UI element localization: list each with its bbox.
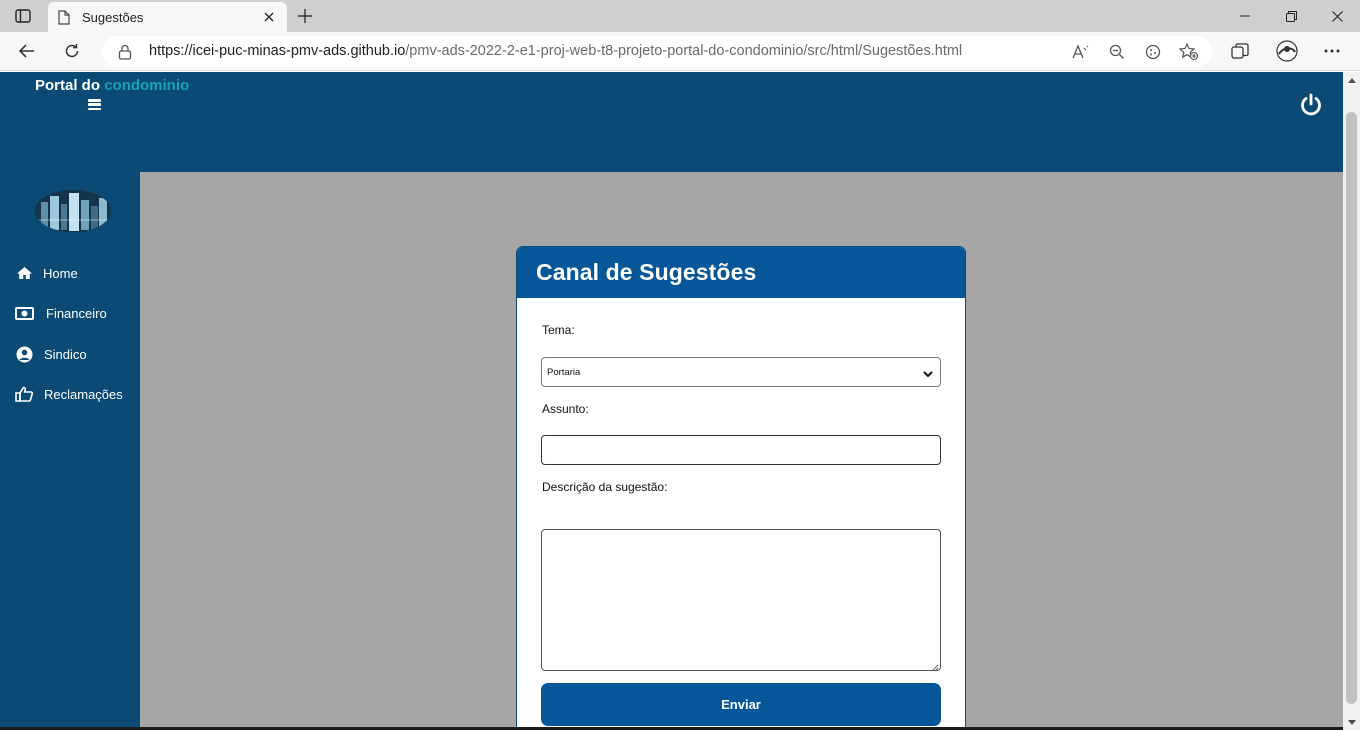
collections-icon[interactable] xyxy=(1225,37,1255,65)
sidebar-item-sindico[interactable]: Sindico xyxy=(0,339,140,369)
tema-label: Tema: xyxy=(542,323,575,337)
profile-icon[interactable] xyxy=(1272,37,1302,65)
assunto-label: Assunto: xyxy=(542,402,589,416)
sidebar: Home Financeiro Sindico Reclamações xyxy=(0,172,140,730)
scroll-up-icon[interactable] xyxy=(1343,72,1360,88)
user-circle-icon xyxy=(14,345,34,363)
money-icon xyxy=(14,304,34,322)
vertical-scrollbar[interactable] xyxy=(1343,72,1360,730)
lock-icon[interactable] xyxy=(118,44,132,60)
zoom-out-icon[interactable] xyxy=(1106,41,1128,63)
sidebar-item-label: Financeiro xyxy=(46,305,107,321)
descricao-label: Descrição da sugestão: xyxy=(542,480,668,494)
page-title: Canal de Sugestões xyxy=(536,259,757,285)
tema-select[interactable]: Portaria xyxy=(541,357,941,387)
address-bar[interactable]: https://icei-puc-minas-pmv-ads.github.io… xyxy=(102,36,1212,67)
tab-actions-icon[interactable] xyxy=(10,6,36,26)
page-viewport: Portal do condominio Home Financeiro Sin… xyxy=(0,72,1343,730)
suggestion-form-card: Canal de Sugestões Tema: Portaria Assunt… xyxy=(516,246,966,730)
back-icon[interactable] xyxy=(12,37,42,65)
brand-accent: condominio xyxy=(104,77,190,94)
browser-toolbar: https://icei-puc-minas-pmv-ads.github.io… xyxy=(0,32,1360,71)
sidebar-item-label: Sindico xyxy=(44,346,87,362)
close-icon[interactable] xyxy=(261,9,277,25)
scroll-down-icon[interactable] xyxy=(1343,714,1360,730)
brand-prefix: Portal do xyxy=(35,77,101,94)
sidebar-item-financeiro[interactable]: Financeiro xyxy=(0,298,140,328)
chevron-down-icon xyxy=(922,367,934,379)
url-text: https://icei-puc-minas-pmv-ads.github.io… xyxy=(149,43,962,59)
more-icon[interactable] xyxy=(1317,37,1347,65)
sidebar-item-label: Reclamações xyxy=(44,386,123,402)
avatar xyxy=(35,190,111,232)
sidebar-item-reclamacoes[interactable]: Reclamações xyxy=(0,379,140,409)
favorite-add-icon[interactable] xyxy=(1178,41,1200,63)
tab-title: Sugestões xyxy=(82,9,144,25)
browser-tab[interactable]: Sugestões xyxy=(48,2,287,32)
assunto-input[interactable] xyxy=(541,435,941,465)
url-path: /pmv-ads-2022-2-e1-proj-web-t8-projeto-p… xyxy=(405,43,963,59)
tema-selected-value: Portaria xyxy=(547,367,581,378)
sidebar-item-label: Home xyxy=(43,265,78,281)
url-host: https://icei-puc-minas-pmv-ads.github.io xyxy=(149,43,406,59)
minimize-icon[interactable] xyxy=(1222,0,1268,32)
brand-logo[interactable]: Portal do condominio xyxy=(35,77,189,94)
hamburger-menu-icon[interactable] xyxy=(88,99,101,110)
close-window-icon[interactable] xyxy=(1314,0,1360,32)
scrollbar-thumb[interactable] xyxy=(1346,112,1357,704)
page-icon xyxy=(58,9,72,26)
power-icon[interactable] xyxy=(1299,93,1323,117)
thumbs-down-icon xyxy=(14,385,34,403)
browser-tab-bar: Sugestões xyxy=(0,0,1360,32)
restore-icon[interactable] xyxy=(1268,0,1314,32)
descricao-textarea[interactable] xyxy=(541,529,941,672)
sidebar-item-home[interactable]: Home xyxy=(0,258,140,288)
extension-icon[interactable] xyxy=(1142,41,1164,63)
top-navbar: Portal do condominio xyxy=(0,72,1343,172)
plus-icon[interactable] xyxy=(292,4,318,28)
resize-handle-icon[interactable] xyxy=(929,659,939,672)
submit-button[interactable]: Enviar xyxy=(541,683,941,726)
refresh-icon[interactable] xyxy=(57,37,87,65)
home-icon xyxy=(14,264,34,282)
read-aloud-icon[interactable] xyxy=(1070,41,1092,63)
card-header: Canal de Sugestões xyxy=(517,247,965,298)
